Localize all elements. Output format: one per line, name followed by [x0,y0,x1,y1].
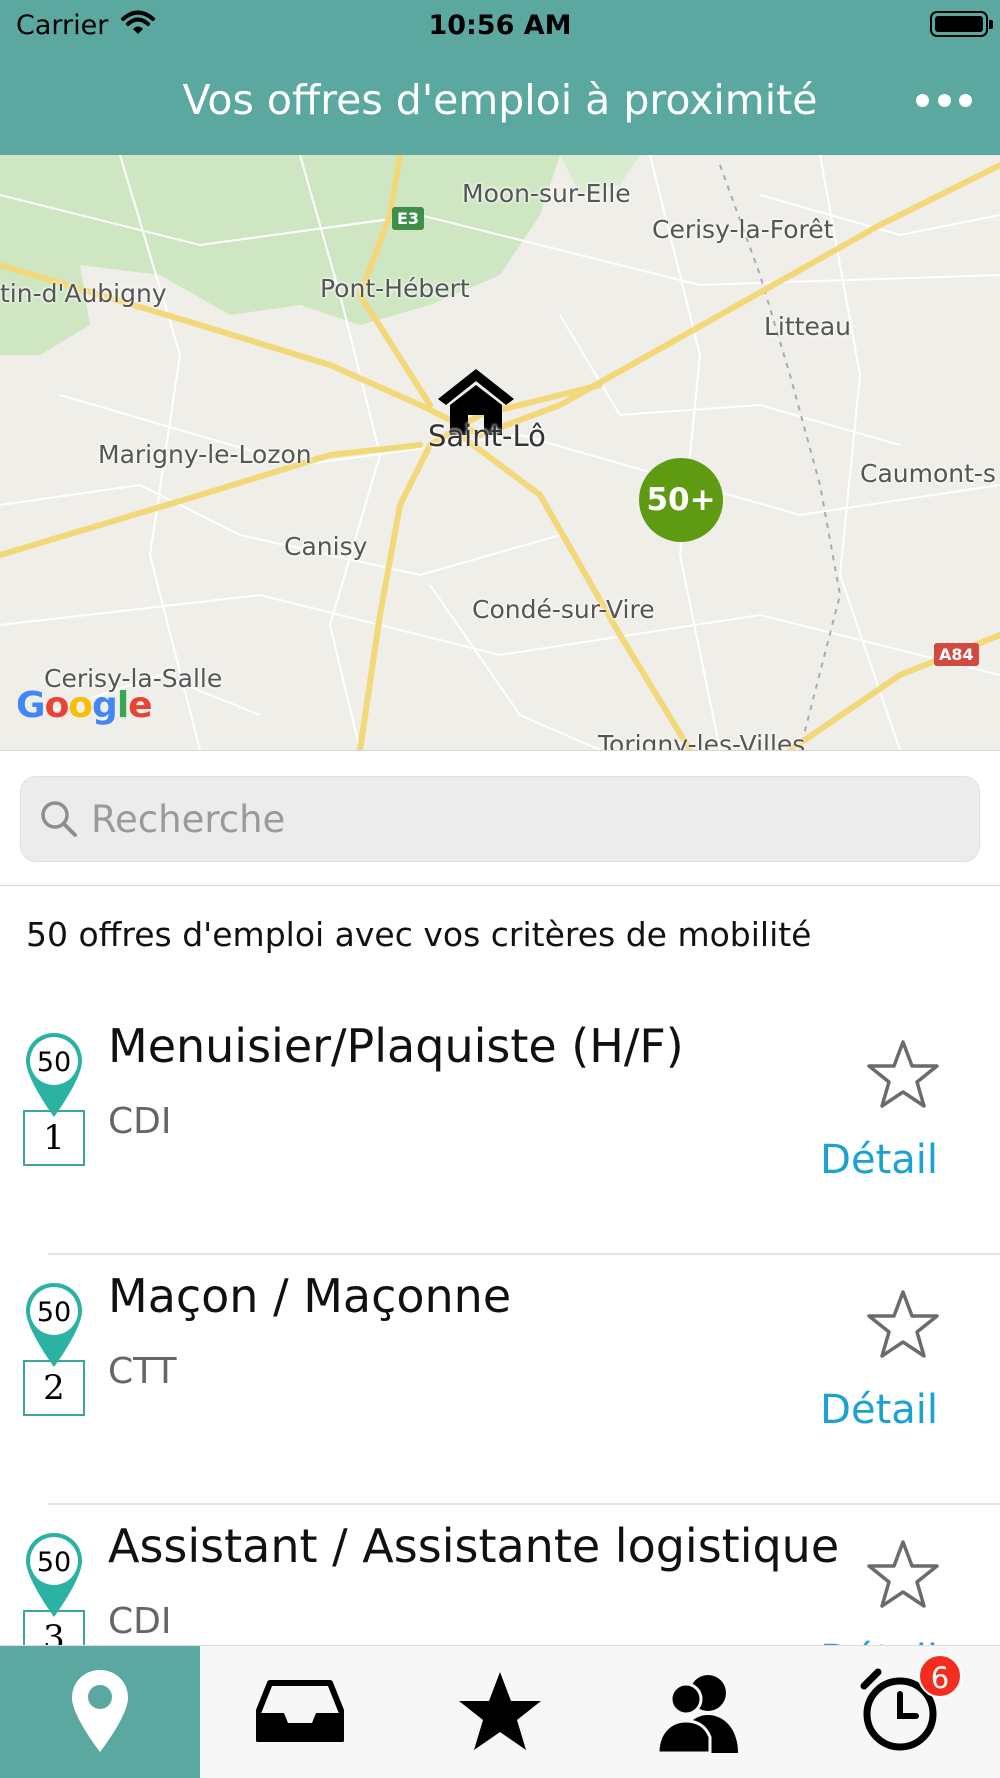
job-title: Assistant / Assistante logistique [108,1519,840,1573]
road-shield-a84: A84 [934,643,979,666]
profile-icon [656,1669,744,1757]
detail-link[interactable]: Détail [820,1387,938,1433]
map-place-label: Cerisy-la-Forêt [652,215,834,244]
tab-inbox[interactable] [200,1646,400,1778]
more-horizontal-icon [916,93,929,107]
tab-alerts[interactable]: 6 [800,1646,1000,1778]
favorite-star-icon[interactable] [866,1288,940,1364]
map-place-label: Canisy [284,532,368,561]
tab-profile[interactable] [600,1646,800,1778]
more-options-button[interactable] [916,86,972,114]
map-place-label: Marigny-le-Lozon [98,440,312,469]
map-place-label: Torigny-les-Villes [598,730,806,750]
battery-icon [930,11,993,37]
job-list-item[interactable]: 50 2 Maçon / Maçonne CTT Détail [0,1255,1000,1505]
map-place-label: Caumont-s [860,459,996,488]
top-bar: Carrier 10:56 AM Vos offres d'emploi à p… [0,0,1000,155]
city-label: Saint-Lô [428,419,546,453]
page-title: Vos offres d'emploi à proximité [182,76,818,124]
status-time: 10:56 AM [428,10,572,41]
pin-label: 50 [37,1297,71,1328]
job-contract-type: CTT [108,1351,177,1392]
tab-bar: 6 [0,1645,1000,1778]
favorite-star-icon[interactable] [866,1038,940,1114]
job-contract-type: CDI [108,1101,172,1142]
results-count: 50 offres d'emploi avec vos critères de … [26,915,812,954]
pin-label: 50 [37,1047,71,1078]
map-view[interactable]: E3 A84 Moon-sur-Elle Cerisy-la-Forêt tin… [0,155,1000,750]
job-cluster-marker[interactable]: 50+ [639,458,723,542]
map-place-label: Pont-Hébert [320,274,470,303]
pin-label: 50 [37,1547,71,1578]
favorite-star-icon[interactable] [866,1538,940,1614]
job-list-item[interactable]: 50 1 Menuisier/Plaquiste (H/F) CDI Détai… [0,1005,1000,1255]
map-place-label: Moon-sur-Elle [462,179,631,208]
job-rank: 2 [23,1360,85,1416]
road-shield-e3: E3 [392,207,425,230]
star-icon [457,1670,543,1756]
job-title: Maçon / Maçonne [108,1269,512,1323]
inbox-icon [255,1679,345,1747]
tab-map[interactable] [0,1646,200,1778]
job-contract-type: CDI [108,1601,172,1642]
google-logo: Google [16,685,153,726]
search-area [0,750,1000,886]
map-place-label: Condé-sur-Vire [472,595,655,624]
map-pin-icon [70,1668,130,1758]
job-title: Menuisier/Plaquiste (H/F) [108,1019,684,1073]
search-icon [39,799,79,843]
search-bar[interactable] [20,776,980,862]
tab-favorites[interactable] [400,1646,600,1778]
status-bar: Carrier 10:56 AM [0,0,1000,50]
detail-link[interactable]: Détail [820,1137,938,1183]
map-place-label: Litteau [764,312,852,341]
search-input[interactable] [91,791,951,847]
map-place-label: tin-d'Aubigny [0,279,167,308]
notification-badge: 6 [918,1654,962,1698]
job-rank: 1 [23,1110,85,1166]
